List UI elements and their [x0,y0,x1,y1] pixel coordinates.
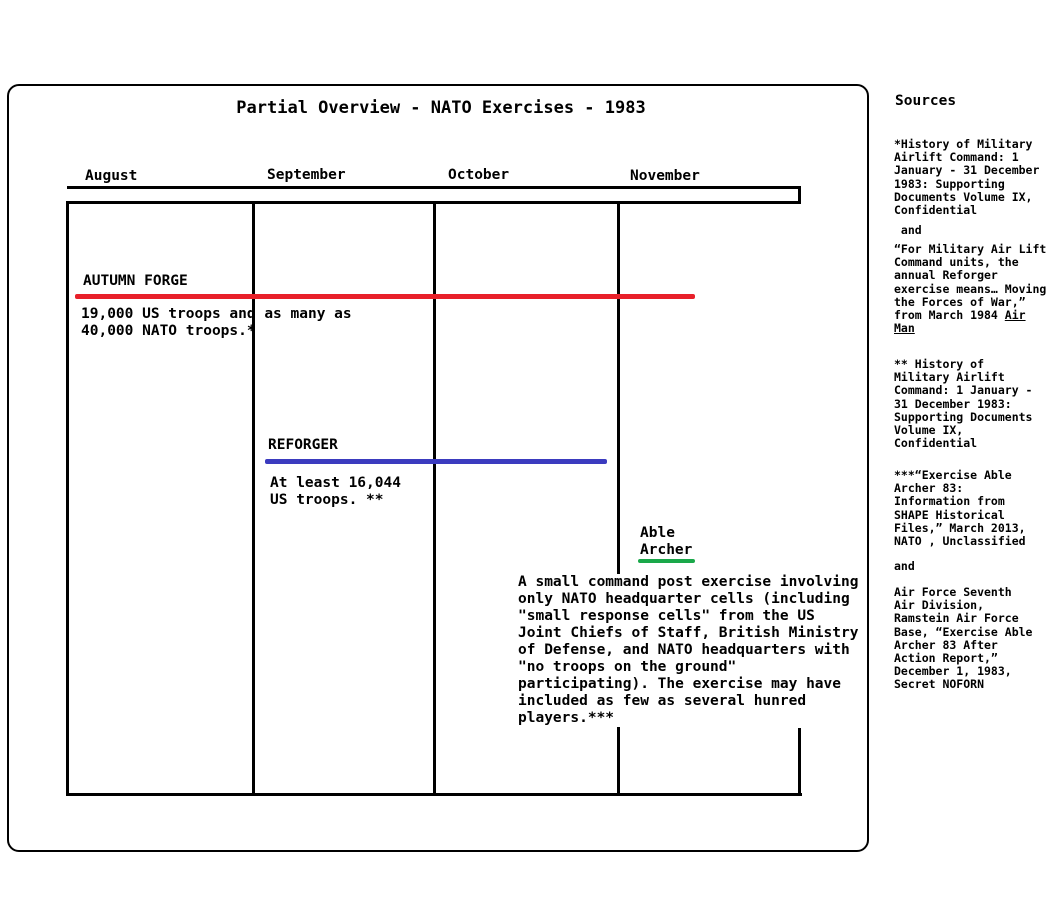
able-archer-label: Able Archer [640,525,692,559]
source-line: *History of Military [894,137,1033,151]
source-line: Command units, the [894,255,1019,270]
source-line: exercise means… Moving [894,281,1047,296]
able-archer-note-line: "small response cells" from the US [518,608,815,624]
source-line: Information from [894,494,1005,509]
source-and-1: and [894,223,922,237]
source-line: Air Force Seventh [894,585,1012,599]
reforger-bar [265,459,607,464]
source-line: SHAPE Historical [894,507,1005,522]
able-archer-label-line-2: Archer [640,542,693,558]
source-line: NATO , Unclassified [894,534,1026,549]
source-line: Military Airlift [894,370,1005,385]
autumn-forge-note-line-1: 19,000 US troops and as many as [81,306,352,322]
able-archer-bar [638,559,695,563]
grid-right-bottom-line [798,728,801,796]
sources-heading: Sources [895,93,957,109]
source-line: Secret NOFORN [894,677,985,692]
page-title: Partial Overview - NATO Exercises - 1983 [236,98,646,118]
source-line: Supporting Documents [894,409,1033,424]
reforger-note-line-2: US troops. ** [270,492,384,508]
source-3: ** History of Military Airlift Command: … [894,357,1033,451]
able-archer-label-line-1: Able [640,525,675,541]
able-archer-note-line: of Defense, and NATO headquarters with [518,642,850,658]
source-line: Confidential [894,203,978,218]
able-archer-note-line: included as few as several hunred [518,693,807,709]
source-line: Volume IX, [894,423,964,438]
source-line: Airlift Command: 1 [894,150,1019,165]
month-august: August [85,168,138,184]
able-archer-note-line: "no troops on the ground" [518,659,737,675]
source-line: annual Reforger [894,268,998,283]
diagram-frame [7,84,869,852]
reforger-note: At least 16,044 US troops. ** [270,475,401,509]
source-4: ***“Exercise Able Archer 83: Information… [894,468,1026,549]
month-november: November [630,168,700,184]
source-1: *History of Military Airlift Command: 1 … [894,137,1040,218]
autumn-forge-bar [75,294,695,299]
month-october: October [448,167,510,183]
source-line: Action Report,” [894,651,998,666]
source-line: Air Division, [894,598,985,613]
source-line: “For Military Air Lift [894,242,1047,256]
source-line: Ramstein Air Force [894,611,1019,626]
source-2: “For Military Air Lift Command units, th… [894,242,1047,336]
source-line: Archer 83: [894,481,964,496]
able-archer-note-line: participating). The exercise may have [518,676,842,692]
source-line: Archer 83 After [894,637,998,652]
source-5: Air Force Seventh Air Division, Ramstein… [894,585,1033,692]
source-line: Base, “Exercise Able [894,624,1033,639]
source-line: 1983: Supporting [894,176,1005,191]
source-line: ** History of [894,357,985,371]
source-line: Command: 1 January - [894,383,1033,398]
source-and-2: and [894,559,915,573]
grid-right-top-line [798,186,801,204]
source-line: January - 31 December [894,163,1040,178]
source-line: Files,” March 2013, [894,520,1026,535]
source-line: ***“Exercise Able [894,468,1012,482]
able-archer-note-line: players.*** [518,710,615,726]
grid-left-line [66,201,69,796]
source-line: from March 1984 [894,308,1005,323]
grid-divider-sep [252,201,255,796]
able-archer-note: A small command post exercise involving … [516,574,861,727]
able-archer-note-line: only NATO headquarter cells (including [518,591,850,607]
month-september: September [267,167,346,183]
grid-divider-oct [433,201,436,796]
source-line: the Forces of War,” [894,294,1026,309]
reforger-label: REFORGER [268,437,338,453]
source-line: Air [1004,308,1026,323]
grid-top-line [67,186,801,189]
source-line: Confidential [894,436,978,451]
source-line: 31 December 1983: [894,396,1012,411]
source-line: December 1, 1983, [894,664,1012,679]
autumn-forge-note-line-2: 40,000 NATO troops.* [81,323,256,339]
able-archer-note-line: Joint Chiefs of Staff, British Ministry [518,625,859,641]
autumn-forge-label: AUTUMN FORGE [83,273,188,289]
reforger-note-line-1: At least 16,044 [270,475,401,491]
able-archer-note-line: A small command post exercise involving [518,574,859,590]
source-line: Documents Volume IX, [894,189,1033,204]
autumn-forge-note: 19,000 US troops and as many as 40,000 N… [81,306,352,340]
source-line: Man [894,321,915,336]
